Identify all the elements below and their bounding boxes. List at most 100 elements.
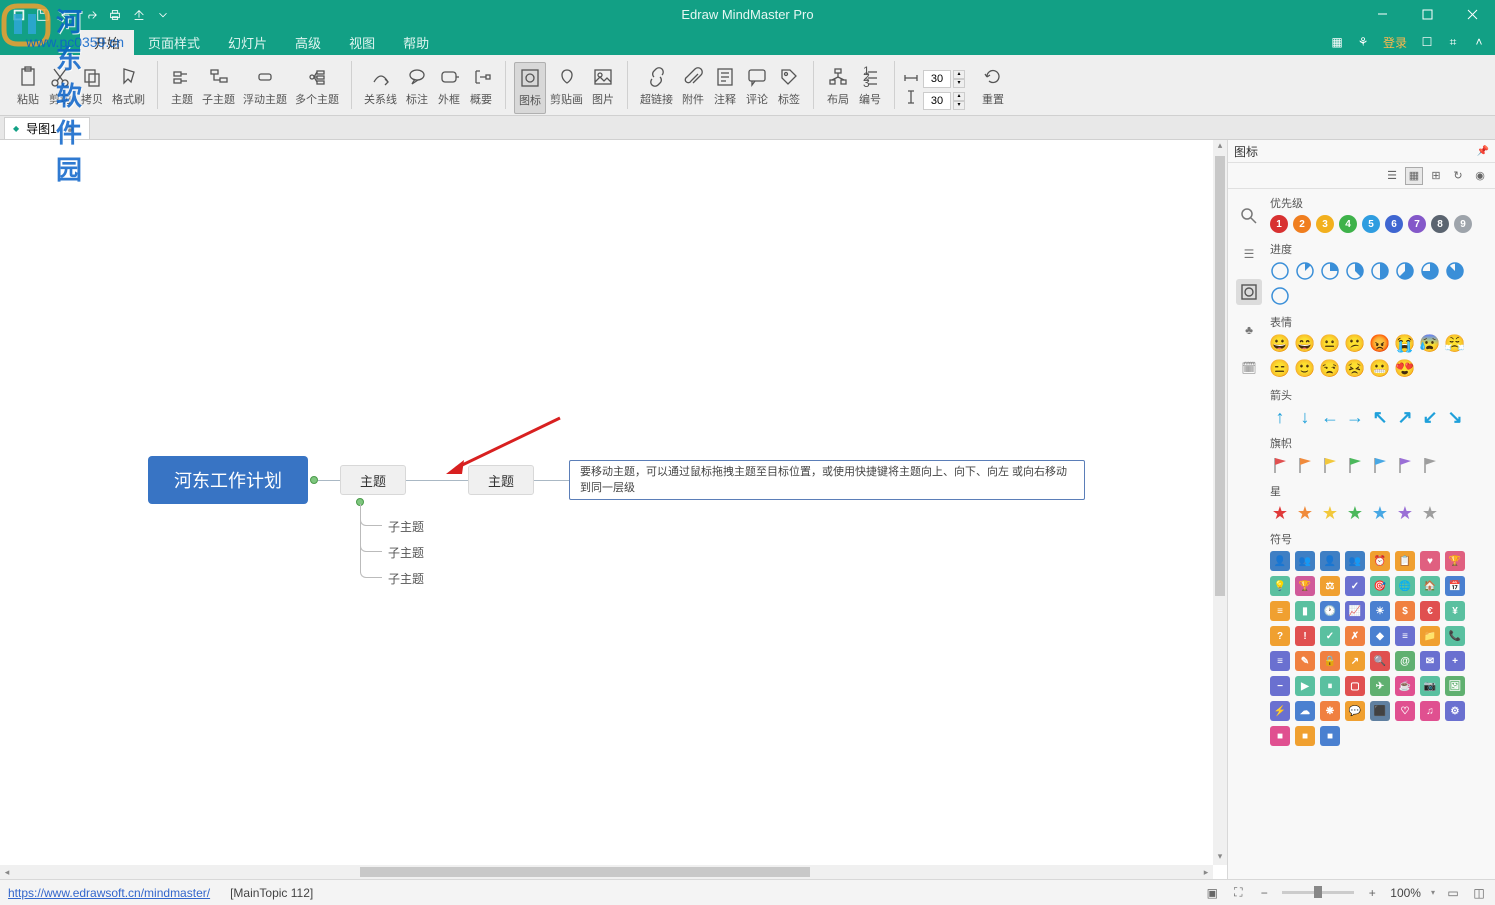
symbol-icon-56[interactable]: ■: [1270, 726, 1290, 746]
print-icon[interactable]: [104, 4, 126, 26]
symbol-icon-18[interactable]: 🕐: [1320, 601, 1340, 621]
comment-button[interactable]: 评论: [741, 62, 773, 114]
horizontal-scrollbar[interactable]: ◂ ▸: [0, 865, 1213, 879]
symbol-icon-5[interactable]: 📋: [1395, 551, 1415, 571]
symbol-icon-8[interactable]: 💡: [1270, 576, 1290, 596]
flag-icon-3[interactable]: [1345, 455, 1365, 475]
face-icon-3[interactable]: 😕: [1345, 334, 1365, 354]
symbol-icon-55[interactable]: ⚙: [1445, 701, 1465, 721]
symbol-icon-6[interactable]: ♥: [1420, 551, 1440, 571]
symbol-icon-11[interactable]: ✓: [1345, 576, 1365, 596]
fullscreen-icon[interactable]: ◫: [1471, 885, 1487, 901]
flag-icon-4[interactable]: [1370, 455, 1390, 475]
symbol-icon-1[interactable]: 👥: [1295, 551, 1315, 571]
zoom-out-icon[interactable]: −: [1256, 885, 1272, 901]
sub-topic-1[interactable]: 子主题: [388, 518, 430, 535]
star-icon-4[interactable]: ★: [1370, 503, 1390, 523]
arrow-icon-2[interactable]: ←: [1320, 407, 1340, 427]
fit-width-icon[interactable]: ⛶: [1230, 885, 1246, 901]
symbol-icon-36[interactable]: 🔍: [1370, 651, 1390, 671]
symbol-icon-17[interactable]: ▮: [1295, 601, 1315, 621]
clipart-button[interactable]: 剪贴画: [546, 62, 587, 114]
symbol-icon-21[interactable]: $: [1395, 601, 1415, 621]
face-icon-5[interactable]: 😭: [1395, 334, 1415, 354]
progress-icon-7[interactable]: [1445, 261, 1465, 281]
attachment-button[interactable]: 附件: [677, 62, 709, 114]
relation-button[interactable]: 关系线: [360, 62, 401, 114]
progress-icon-0[interactable]: [1270, 261, 1290, 281]
flag-icon-6[interactable]: [1420, 455, 1440, 475]
symbol-icon-26[interactable]: ✓: [1320, 626, 1340, 646]
symbol-icon-52[interactable]: ⬛: [1370, 701, 1390, 721]
face-icon-9[interactable]: 🙂: [1295, 359, 1315, 379]
symbol-icon-33[interactable]: ✎: [1295, 651, 1315, 671]
menu-view[interactable]: 视图: [335, 30, 389, 55]
progress-icon-3[interactable]: [1345, 261, 1365, 281]
face-icon-0[interactable]: 😀: [1270, 334, 1290, 354]
tag-button[interactable]: 标签: [773, 62, 805, 114]
vertical-scrollbar[interactable]: ▴ ▾: [1213, 140, 1227, 865]
hyperlink-button[interactable]: 超链接: [636, 62, 677, 114]
symbol-icon-37[interactable]: @: [1395, 651, 1415, 671]
priority-icon-3[interactable]: 3: [1316, 215, 1334, 233]
symbol-icon-32[interactable]: ≡: [1270, 651, 1290, 671]
main-topic-2[interactable]: 主题: [468, 465, 534, 495]
symbol-icon-45[interactable]: ☕: [1395, 676, 1415, 696]
progress-icon-8[interactable]: [1270, 286, 1290, 306]
symbol-icon-57[interactable]: ■: [1295, 726, 1315, 746]
expand-handle[interactable]: [310, 476, 318, 484]
priority-icon-2[interactable]: 2: [1293, 215, 1311, 233]
symbol-icon-27[interactable]: ✗: [1345, 626, 1365, 646]
view-grid-icon[interactable]: ▦: [1405, 167, 1423, 185]
progress-icon-1[interactable]: [1295, 261, 1315, 281]
progress-icon-6[interactable]: [1420, 261, 1440, 281]
symbol-icon-43[interactable]: ▢: [1345, 676, 1365, 696]
arrow-icon-6[interactable]: ↙: [1420, 407, 1440, 427]
app-logo-icon[interactable]: [8, 4, 30, 26]
symbol-icon-25[interactable]: !: [1295, 626, 1315, 646]
symbol-icon-19[interactable]: 📈: [1345, 601, 1365, 621]
symbol-icon-58[interactable]: ■: [1320, 726, 1340, 746]
symbol-icon-53[interactable]: ♡: [1395, 701, 1415, 721]
gift-icon[interactable]: ☐: [1417, 32, 1437, 52]
window-maximize[interactable]: [1405, 0, 1450, 29]
symbol-icon-24[interactable]: ?: [1270, 626, 1290, 646]
symbol-icon-7[interactable]: 🏆: [1445, 551, 1465, 571]
symbol-icon-31[interactable]: 📞: [1445, 626, 1465, 646]
symbol-icon-38[interactable]: ✉: [1420, 651, 1440, 671]
paste-button[interactable]: 粘贴: [12, 62, 44, 114]
symbol-icon-12[interactable]: 🎯: [1370, 576, 1390, 596]
collapse-ribbon-icon[interactable]: ˄: [1469, 32, 1489, 52]
symbol-icon-46[interactable]: 📷: [1420, 676, 1440, 696]
height-spinner[interactable]: ▴▾: [953, 92, 965, 110]
subtopic-button[interactable]: 子主题: [198, 62, 239, 114]
document-tab[interactable]: 导图1: [4, 117, 90, 139]
sidetab-history[interactable]: 🗓: [1236, 355, 1262, 381]
symbol-icon-9[interactable]: 🏆: [1295, 576, 1315, 596]
star-icon-2[interactable]: ★: [1320, 503, 1340, 523]
symbol-icon-16[interactable]: ≡: [1270, 601, 1290, 621]
cut-button[interactable]: 剪切: [44, 62, 76, 114]
face-icon-10[interactable]: 😒: [1320, 359, 1340, 379]
face-icon-7[interactable]: 😤: [1445, 334, 1465, 354]
redo-icon[interactable]: [80, 4, 102, 26]
sidetab-search[interactable]: [1236, 203, 1262, 229]
reset-button[interactable]: 重置: [977, 62, 1009, 114]
star-icon-1[interactable]: ★: [1295, 503, 1315, 523]
face-icon-8[interactable]: 😑: [1270, 359, 1290, 379]
symbol-icon-14[interactable]: 🏠: [1420, 576, 1440, 596]
symbol-icon-23[interactable]: ¥: [1445, 601, 1465, 621]
zoom-slider[interactable]: [1282, 891, 1354, 894]
central-topic[interactable]: 河东工作计划: [148, 456, 308, 504]
symbol-icon-3[interactable]: 👥: [1345, 551, 1365, 571]
arrow-icon-7[interactable]: ↘: [1445, 407, 1465, 427]
note-button[interactable]: 注释: [709, 62, 741, 114]
numbering-button[interactable]: 123编号: [854, 62, 886, 114]
visibility-icon[interactable]: ◉: [1471, 167, 1489, 185]
priority-icon-9[interactable]: 9: [1454, 215, 1472, 233]
flag-icon-2[interactable]: [1320, 455, 1340, 475]
layout-button[interactable]: 布局: [822, 62, 854, 114]
symbol-icon-48[interactable]: ⚡: [1270, 701, 1290, 721]
floating-topic-button[interactable]: 浮动主题: [239, 62, 291, 114]
star-icon-5[interactable]: ★: [1395, 503, 1415, 523]
